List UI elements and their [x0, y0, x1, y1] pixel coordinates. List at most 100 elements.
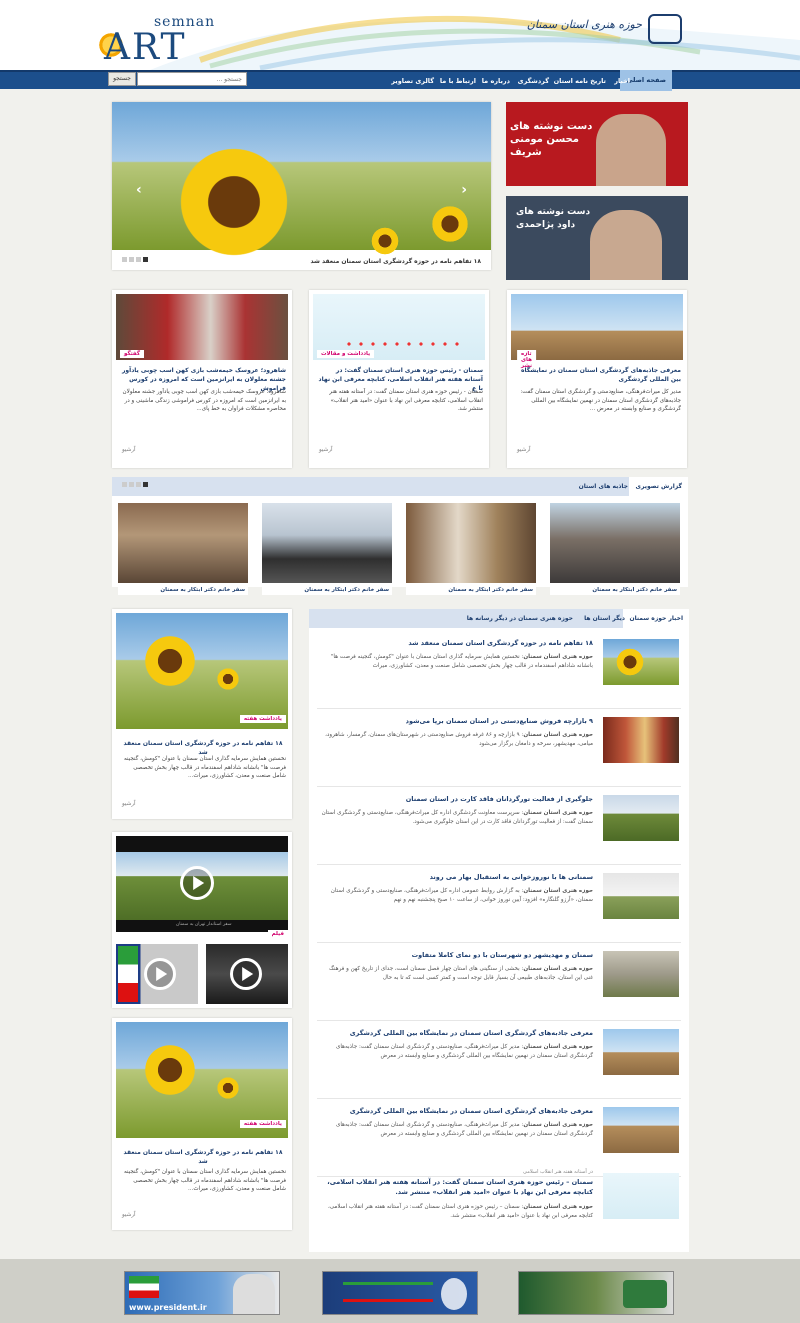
card-puppet[interactable]: گفتگو شاهرود؛ عروسک خیمه‌شب بازی کهن اسب… — [112, 290, 292, 468]
slider-dot[interactable] — [136, 257, 141, 262]
slider-dot[interactable] — [129, 257, 134, 262]
slider-next-icon[interactable]: › — [461, 182, 467, 198]
card-tag[interactable]: یادداشت هفته — [239, 715, 286, 723]
gallery-caption: سفر خانم دکتر ابتکار به سمنان — [118, 585, 248, 595]
feature-pazhahmadi[interactable]: دست نوشته های داود پژاحمدی — [506, 196, 688, 280]
news-title[interactable]: معرفی جاذبه‌های گردشگری استان سمنان در ن… — [321, 1107, 593, 1115]
news-item[interactable]: ۹ بازارچه فروش صنایع‌دستی در استان سمنان… — [317, 709, 681, 787]
sidebar-note-card-2[interactable]: یادداشت هفته ۱۸ تفاهم نامه در حوزه گردشگ… — [112, 1018, 292, 1230]
news-item[interactable]: در آستانه هفته هنر انقلاب اسلامی سمنان –… — [317, 1165, 681, 1251]
gallery-dot[interactable] — [136, 482, 141, 487]
majlis-logo-icon — [623, 1280, 667, 1308]
feature-momeni[interactable]: دست نوشته های محسن مومنی شریف — [506, 102, 688, 186]
portrait-image — [233, 1274, 275, 1314]
card-body: نخستین همایش سرمایه گذاری استان سمنان با… — [123, 1169, 286, 1192]
card-archive-link[interactable]: آرشیو — [517, 447, 531, 453]
gallery-item[interactable]: سفر خانم دکتر ابتکار به سمنان — [550, 503, 680, 595]
slider-prev-icon[interactable]: ‹ — [136, 182, 142, 198]
news-item[interactable]: سمنانی ها با نوروزخوانی به استقبال بهار … — [317, 865, 681, 943]
nav-news[interactable]: اخبار — [608, 73, 636, 89]
news-item[interactable]: معرفی جاذبه‌های گردشگری استان سمنان در ن… — [317, 1021, 681, 1099]
news-title[interactable]: معرفی جاذبه‌های گردشگری استان سمنان در ن… — [321, 1029, 593, 1037]
news-thumb — [603, 951, 679, 997]
tab-attractions[interactable]: جاذبه های استان — [573, 477, 634, 496]
banner-decor — [343, 1282, 433, 1302]
slider-dot-active[interactable] — [143, 257, 148, 262]
slider-dots — [122, 257, 148, 262]
nav-gallery[interactable]: گالری تصاویر — [385, 73, 440, 89]
search-button[interactable]: جستجو — [108, 72, 136, 86]
card-tag[interactable]: یادداشت و مقالات — [317, 350, 375, 358]
nav-tourism[interactable]: گردشگری — [512, 73, 555, 89]
gallery-caption: سفر خانم دکتر ابتکار به سمنان — [406, 585, 536, 595]
gov-banner[interactable] — [322, 1271, 478, 1315]
video-tag[interactable]: فیلم — [267, 930, 288, 938]
slider-caption[interactable]: ۱۸ تفاهم نامه در حوزه گردشگری استان سمنا… — [141, 257, 481, 266]
tab-photo-report[interactable]: گزارش تصویری — [629, 477, 688, 496]
play-icon[interactable] — [230, 958, 262, 990]
card-archive-link[interactable]: آرشیو — [122, 1212, 136, 1218]
news-body: حوزه هنری استان سمنان: نخستین همایش سرما… — [330, 654, 593, 669]
gallery-tabbar: گزارش تصویری جاذبه های استان — [112, 477, 688, 496]
gallery-image — [118, 503, 248, 583]
video-player[interactable]: سفر استاندار تهران به سمنان — [116, 836, 288, 932]
gallery-dot-active[interactable] — [143, 482, 148, 487]
card-body: شاهرود؛ عروسک خیمه‌شب بازی کهن اسب چوبی … — [122, 389, 287, 412]
play-icon[interactable] — [144, 958, 176, 990]
card-archive-link[interactable]: آرشیو — [122, 447, 136, 453]
news-body: حوزه هنری استان سمنان: ۹ بازارچه و ۸۶ غر… — [325, 732, 593, 747]
card-omid-honar[interactable]: یادداشت و مقالات سمنان - رئیس حوزه هنری … — [309, 290, 489, 468]
card-body: مدیر کل میراث‌فرهنگی، صنایع‌دستی و گردشگ… — [520, 389, 681, 412]
video-thumb[interactable] — [206, 944, 288, 1004]
sunflower-image — [370, 226, 400, 256]
news-title[interactable]: جلوگیری از فعالیت تورگردانان فاقد کارت د… — [321, 795, 593, 803]
news-title[interactable]: سمنان و مهدیشهر دو شهرستان با دو نمای کا… — [321, 951, 593, 959]
president-banner[interactable]: www.president.ir — [124, 1271, 280, 1315]
play-icon[interactable] — [180, 866, 214, 900]
sidebar-note-card[interactable]: یادداشت هفته ۱۸ تفاهم نامه در حوزه گردشگ… — [112, 609, 292, 819]
news-title[interactable]: سمنانی ها با نوروزخوانی به استقبال بهار … — [321, 873, 593, 881]
author-portrait-image — [596, 114, 666, 186]
gallery-item[interactable]: سفر خانم دکتر ابتکار به سمنان — [406, 503, 536, 595]
nav-history[interactable]: تاریخ نامه استان — [548, 73, 612, 89]
gallery-item[interactable]: سفر خانم دکتر ابتکار به سمنان — [118, 503, 248, 595]
tab-other-provinces[interactable]: دیگر استان ها — [578, 609, 631, 628]
gallery-item[interactable]: سفر خانم دکتر ابتکار به سمنان — [262, 503, 392, 595]
search-form: جستجو — [108, 72, 248, 86]
slider-dot[interactable] — [122, 257, 127, 262]
news-thumb — [603, 717, 679, 763]
news-title[interactable]: ۹ بازارچه فروش صنایع‌دستی در استان سمنان… — [321, 717, 593, 725]
card-title[interactable]: ۱۸ تفاهم نامه در حوزه گردشگری استان سمنا… — [120, 1148, 286, 1166]
card-tag[interactable]: یادداشت هفته — [239, 1120, 286, 1128]
gallery-dot[interactable] — [129, 482, 134, 487]
news-body: حوزه هنری استان سمنان: مدیر کل میراث‌فره… — [335, 1044, 593, 1059]
news-item[interactable]: جلوگیری از فعالیت تورگردانان فاقد کارت د… — [317, 787, 681, 865]
flag-icon — [129, 1276, 159, 1298]
slider-image[interactable] — [112, 102, 491, 262]
video-card: سفر استاندار تهران به سمنان فیلم — [112, 832, 292, 1008]
footer: www.president.ir — [0, 1259, 800, 1323]
author-portrait-image — [590, 210, 662, 280]
site-logo[interactable]: semnan ART — [96, 14, 226, 70]
site-title: حوزه هنری استان سمنان — [526, 18, 642, 31]
gallery-dot[interactable] — [122, 482, 127, 487]
video-thumb[interactable] — [116, 944, 198, 1004]
card-title[interactable]: معرفی جاذبه‌های گردشگری استان سمنان در ن… — [515, 366, 681, 384]
card-archive-link[interactable]: آرشیو — [319, 447, 333, 453]
tab-semnan-news[interactable]: اخبار حوزه سمنان — [623, 609, 689, 628]
news-item[interactable]: ۱۸ تفاهم نامه در حوزه گردشگری استان سمنا… — [317, 631, 681, 709]
card-archive-link[interactable]: آرشیو — [122, 801, 136, 807]
news-body: حوزه هنری استان سمنان: بخشی از سنگینی ها… — [328, 966, 593, 981]
news-title[interactable]: ۱۸ تفاهم نامه در حوزه گردشگری استان سمنا… — [321, 639, 593, 647]
gallery-image — [406, 503, 536, 583]
news-item[interactable]: سمنان و مهدیشهر دو شهرستان با دو نمای کا… — [317, 943, 681, 1021]
majlis-banner[interactable] — [518, 1271, 674, 1315]
search-input[interactable] — [137, 72, 247, 86]
card-tag[interactable]: گفتگو — [120, 350, 145, 358]
gallery-caption: سفر خانم دکتر ابتکار به سمنان — [262, 585, 392, 595]
tab-other-media[interactable]: حوزه هنری سمنان در دیگر رسانه ها — [461, 609, 579, 628]
nav-contact[interactable]: ارتباط با ما — [434, 73, 482, 89]
news-title[interactable]: سمنان – رئیس حوزه هنری استان سمنان گفت: … — [321, 1177, 593, 1197]
flag-decor — [118, 946, 138, 1002]
card-tourism-expo[interactable]: تازه های نشر معرفی جاذبه‌های گردشگری است… — [507, 290, 687, 468]
